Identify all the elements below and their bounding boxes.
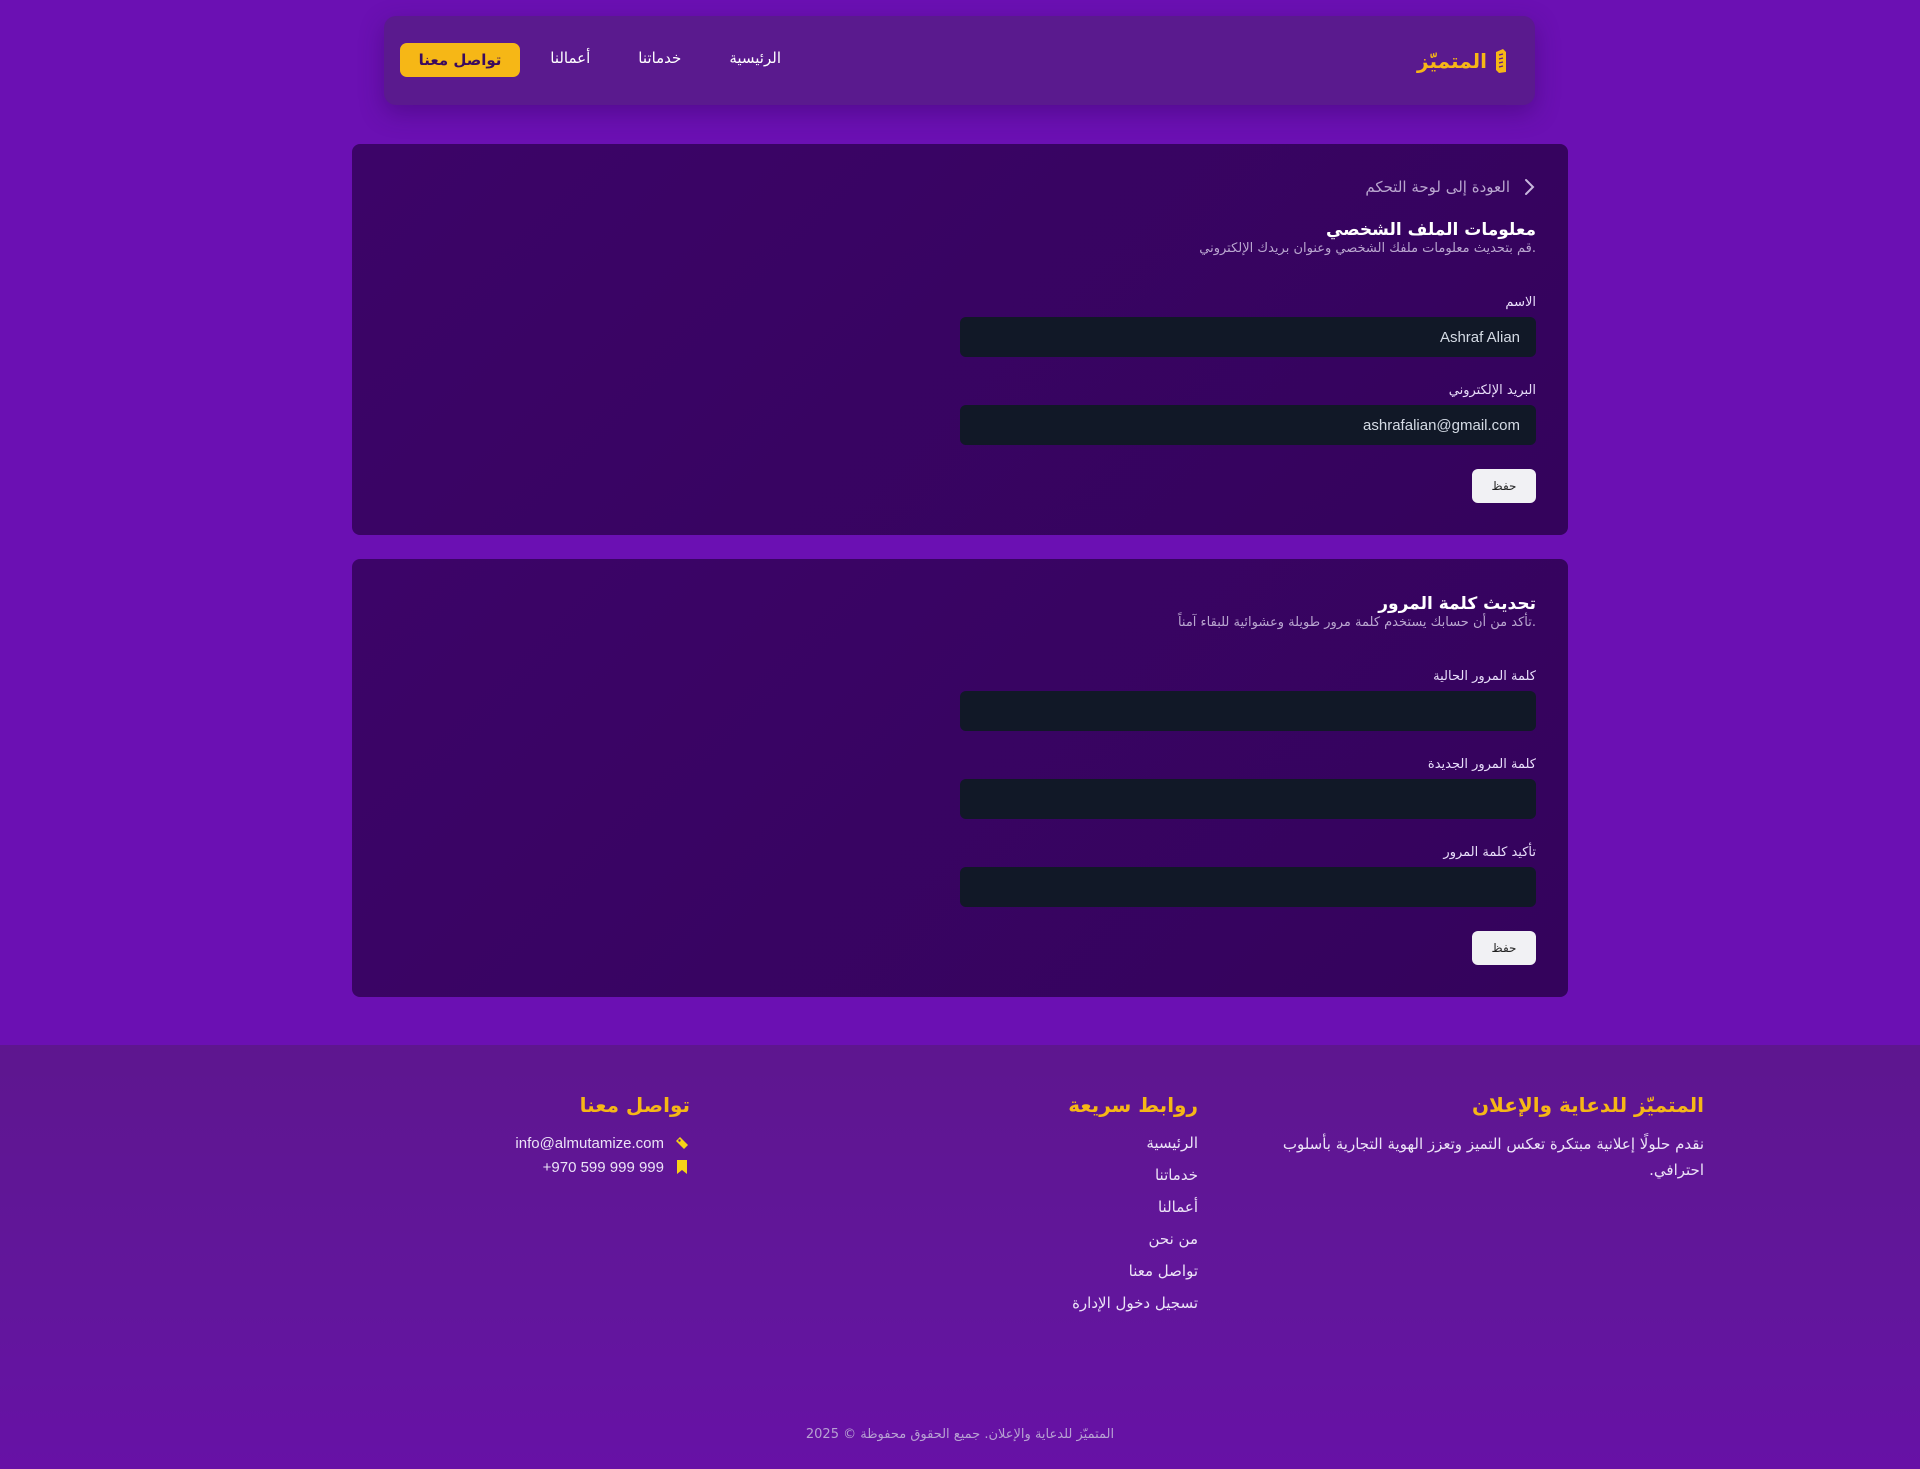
email-label: البريد الإلكتروني (1448, 383, 1536, 398)
password-section-description: تأكد من أن حسابك يستخدم كلمة مرور طويلة … (1177, 615, 1536, 630)
save-password-button[interactable]: حفظ (1472, 931, 1536, 965)
contact-cta-button[interactable]: تواصل معنا (400, 43, 520, 77)
site-footer: المتميّز للدعاية والإعلان نقدم حلولًا إع… (0, 1045, 1920, 1469)
name-field[interactable]: Ashraf Alian (960, 317, 1536, 357)
footer-links-title: روابط سريعة (1068, 1093, 1198, 1117)
footer-quick-links: روابط سريعة الرئيسية خدماتنا أعمالنا من … (898, 1093, 1198, 1319)
update-password-card: تحديث كلمة المرور تأكد من أن حسابك يستخد… (352, 559, 1568, 997)
footer-link-admin-login[interactable]: تسجيل دخول الإدارة (898, 1287, 1198, 1319)
footer-link-about[interactable]: من نحن (898, 1223, 1199, 1255)
footer-about: المتميّز للدعاية والإعلان نقدم حلولًا إع… (1244, 1093, 1704, 1183)
footer-link-contact[interactable]: تواصل معنا (898, 1255, 1198, 1287)
footer-link-works[interactable]: أعمالنا (898, 1191, 1198, 1223)
confirm-password-field[interactable] (960, 867, 1536, 907)
footer-about-title: المتميّز للدعاية والإعلان (1471, 1093, 1704, 1117)
footer-contact-title: تواصل معنا (579, 1093, 690, 1117)
save-profile-button[interactable]: حفظ (1472, 469, 1536, 503)
footer-email-row[interactable]: info@almutamize.com (390, 1131, 690, 1155)
new-password-label: كلمة المرور الجديدة (1427, 757, 1536, 772)
back-link-label: العودة إلى لوحة التحكم (1365, 178, 1510, 196)
footer-links-list: الرئيسية خدماتنا أعمالنا من نحن تواصل مع… (898, 1127, 1198, 1319)
footer-phone: +970 599 999 999 (542, 1158, 664, 1176)
confirm-password-label: تأكيد كلمة المرور (1443, 845, 1536, 860)
bookmark-icon (677, 1160, 687, 1174)
profile-info-card: العودة إلى لوحة التحكم معلومات الملف الش… (352, 144, 1568, 535)
chevron-right-icon (1525, 179, 1535, 195)
footer-email: info@almutamize.com (515, 1134, 664, 1152)
footer-phone-row[interactable]: +970 599 999 999 (390, 1155, 690, 1179)
footer-contact: تواصل معنا info@almutamize.com +970 599 … (390, 1093, 690, 1179)
back-to-dashboard-link[interactable]: العودة إلى لوحة التحكم (1365, 178, 1536, 196)
logo-icon (1496, 49, 1506, 73)
nav-link-services[interactable]: خدماتنا (638, 49, 681, 67)
profile-section-title: معلومات الملف الشخصي (1325, 220, 1536, 240)
brand-logo[interactable]: المتميّز (1417, 46, 1509, 76)
current-password-field[interactable] (960, 691, 1536, 731)
nav-link-works[interactable]: أعمالنا (550, 49, 590, 67)
brand-name: المتميّز (1417, 49, 1487, 73)
password-section-title: تحديث كلمة المرور (1378, 594, 1536, 614)
name-label: الاسم (1505, 295, 1536, 310)
copyright-text: المتميّز للدعاية والإعلان. جميع الحقوق م… (805, 1427, 1115, 1442)
nav-links: الرئيسية خدماتنا أعمالنا (550, 49, 781, 67)
current-password-label: كلمة المرور الحالية (1433, 669, 1536, 684)
tag-icon (676, 1137, 688, 1149)
new-password-field[interactable] (960, 779, 1536, 819)
footer-link-home[interactable]: الرئيسية (898, 1127, 1198, 1159)
profile-section-description: قم بتحديث معلومات ملفك الشخصي وعنوان بري… (1199, 241, 1536, 256)
footer-about-text: نقدم حلولًا إعلانية مبتكرة تعكس التميز و… (1282, 1135, 1704, 1179)
nav-link-home[interactable]: الرئيسية (729, 49, 781, 67)
footer-link-services[interactable]: خدماتنا (898, 1159, 1198, 1191)
navbar: المتميّز الرئيسية خدماتنا أعمالنا تواصل … (384, 16, 1535, 105)
email-field[interactable]: ashrafalian@gmail.com (960, 405, 1536, 445)
